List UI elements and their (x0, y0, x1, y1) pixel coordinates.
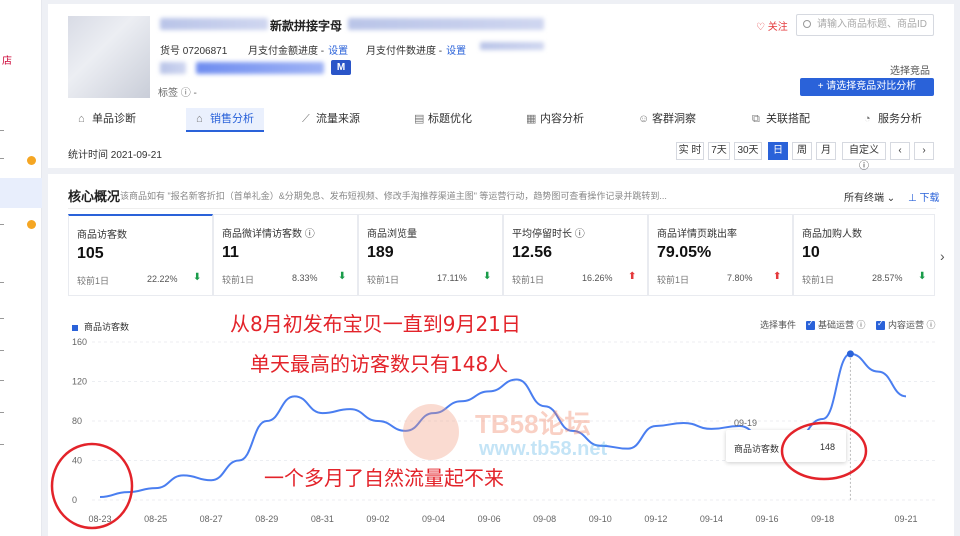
annotation-line-3: 一个多月了自然流量起不来 (264, 466, 504, 490)
left-sidebar: 店 (0, 0, 42, 536)
sidebar-tick (0, 444, 4, 445)
time-week-button[interactable]: 周 (792, 142, 812, 160)
tab-label: 关联搭配 (766, 113, 810, 125)
blurred-meta (480, 42, 544, 50)
notification-dot-icon (27, 156, 36, 165)
time-realtime-button[interactable]: 实 时 (676, 142, 704, 160)
tab-label: 内容分析 (540, 113, 584, 125)
annotation-circle-start (50, 442, 134, 530)
tab-title-optimize[interactable]: ▤ 标题优化 (414, 108, 472, 132)
tab-label: 标题优化 (428, 113, 472, 125)
analysis-tabs: ⌂ 单品诊断 ⌂ 销售分析 ⟋ 流量来源 ▤ 标题优化 ▦ 内容分析 ☺ 客群洞察 ⧉ 关联搭… (48, 108, 954, 132)
blurred-shop-name (196, 62, 324, 74)
blurred-title (348, 18, 544, 30)
time-custom-button[interactable]: 自定义 ⓘ (842, 142, 886, 172)
time-month-button[interactable]: 月 (816, 142, 836, 160)
tab-label: 服务分析 (878, 113, 922, 125)
watermark-url: www.tb58.net (479, 438, 608, 460)
sidebar-tick (0, 412, 4, 413)
time-day-button[interactable]: 日 (768, 142, 788, 160)
notification-dot-icon (27, 220, 36, 229)
choose-competitor-label: 选择竞品 (890, 66, 930, 77)
tab-label: 销售分析 (210, 113, 254, 125)
sidebar-tick (0, 380, 4, 381)
tab-sales-analysis[interactable]: ⌂ 销售分析 (186, 108, 264, 132)
tag-line: 标签 ⓘ - (158, 88, 197, 99)
sidebar-tick (0, 224, 4, 225)
product-search-input[interactable]: 请输入商品标题、商品ID (796, 14, 934, 36)
sku-label: 货号 07206871 (160, 46, 228, 57)
tab-audience-insight[interactable]: ☺ 客群洞察 (638, 108, 696, 132)
blurred-title (160, 18, 268, 30)
tab-content-analysis[interactable]: ▦ 内容分析 (526, 108, 584, 132)
compare-competitor-button[interactable]: + 请选择竞品对比分析 (800, 78, 934, 96)
set-amount-link[interactable]: 设置 (328, 46, 348, 57)
next-period-button[interactable]: › (914, 142, 934, 160)
monthly-amount-label: 月支付金额进度 - (248, 46, 325, 57)
tab-product-diagnosis[interactable]: ⌂ 单品诊断 (78, 108, 136, 132)
trend-icon: ⟋ (302, 113, 310, 125)
annotation-line-1: 从8月初发布宝贝一直到9月21日 (230, 312, 521, 336)
service-icon: ◔ (864, 113, 871, 125)
tab-related-bundle[interactable]: ⧉ 关联搭配 (752, 108, 810, 132)
monthly-amount-progress: 月支付金额进度 - 设置 (248, 42, 348, 57)
tab-label: 流量来源 (316, 113, 360, 125)
tab-traffic-source[interactable]: ⟋ 流量来源 (302, 108, 360, 132)
blurred-shop (160, 62, 186, 74)
content-icon: ▦ (526, 113, 537, 125)
sidebar-tick (0, 130, 4, 131)
stat-time: 统计时间 2021-09-21 (68, 150, 162, 161)
bundle-icon: ⧉ (752, 113, 760, 125)
sidebar-fragment-text: 店 (2, 56, 12, 67)
annotation-circle-peak (780, 421, 868, 481)
tab-label: 客群洞察 (652, 113, 696, 125)
sidebar-selected-item[interactable] (0, 178, 42, 208)
shop-level-badge: M (331, 60, 351, 75)
product-header-card: 新款拼接字母 货号 07206871 月支付金额进度 - 设置 月支付件数进度 -… (48, 4, 954, 172)
diagnosis-icon: ⌂ (78, 113, 85, 125)
prev-period-button[interactable]: ‹ (890, 142, 910, 160)
sidebar-tick (0, 158, 4, 159)
monthly-count-progress: 月支付件数进度 - 设置 (366, 42, 466, 57)
time-30d-button[interactable]: 30天 (734, 142, 762, 160)
set-count-link[interactable]: 设置 (446, 46, 466, 57)
tab-service-analysis[interactable]: ◔ 服务分析 (864, 108, 922, 132)
search-icon (803, 20, 811, 28)
product-title[interactable]: 新款拼接字母 (270, 17, 342, 34)
audience-icon: ☺ (638, 113, 650, 125)
sidebar-tick (0, 350, 4, 351)
watermark-brand: TB58论坛 (475, 409, 591, 439)
follow-button[interactable]: ♡ 关注 (756, 18, 788, 33)
title-icon: ▤ (414, 113, 425, 125)
sidebar-tick (0, 318, 4, 319)
sales-icon: ⌂ (196, 113, 203, 125)
time-7d-button[interactable]: 7天 (708, 142, 730, 160)
watermark-logo-icon (403, 404, 459, 460)
product-thumbnail[interactable] (68, 16, 150, 98)
sidebar-tick (0, 282, 4, 283)
tab-label: 单品诊断 (92, 113, 136, 125)
monthly-count-label: 月支付件数进度 - (366, 46, 443, 57)
search-placeholder: 请输入商品标题、商品ID (817, 19, 927, 30)
annotation-line-2: 单天最高的访客数只有148人 (250, 352, 509, 376)
core-overview-card: 核心概况 该商品如有 "报名新客折扣（首单礼金）&分期免息、发布短视频、修改手淘… (48, 174, 954, 536)
